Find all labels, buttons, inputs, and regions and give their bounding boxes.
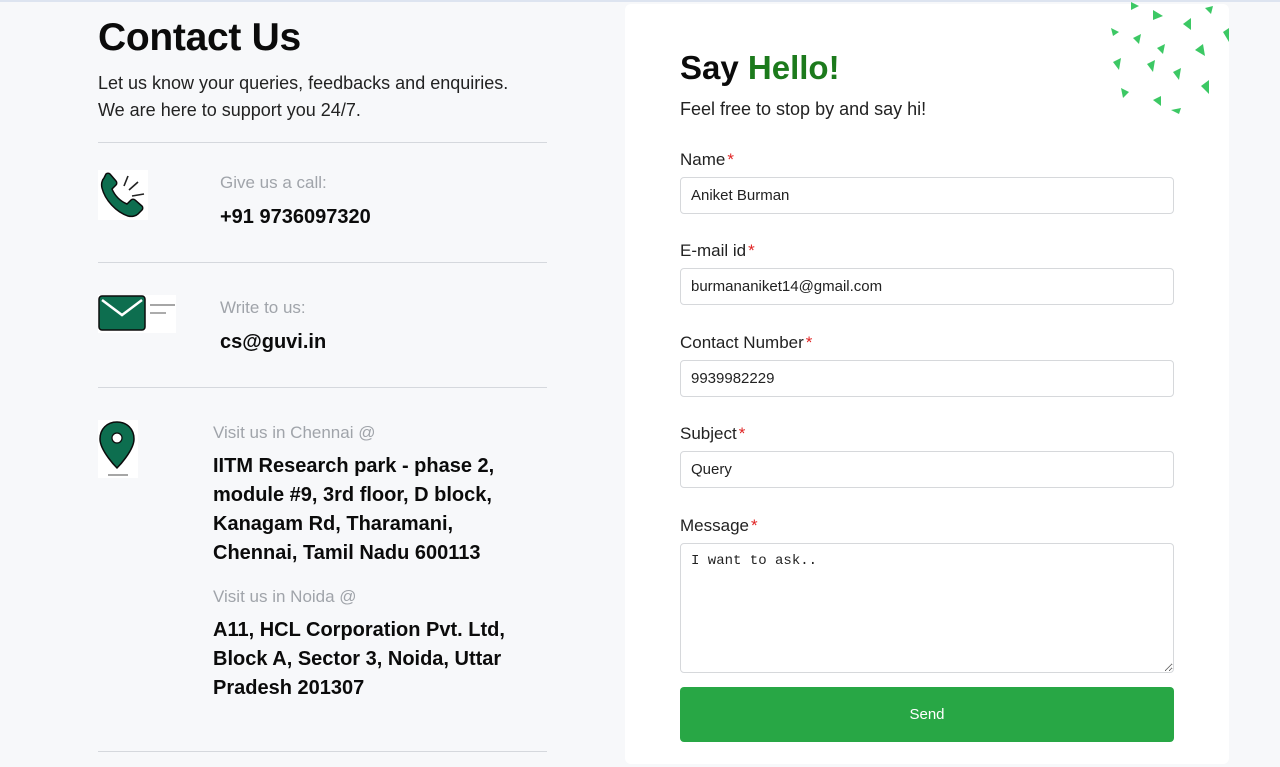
message-field: Message * I want to ask..	[680, 515, 1174, 678]
form-tagline: Feel free to stop by and say hi!	[680, 99, 927, 119]
email-address[interactable]: cs@guvi.in	[220, 328, 326, 357]
subject-label-text: Subject	[680, 424, 737, 443]
subject-label: Subject *	[680, 423, 1174, 445]
required-mark: *	[738, 424, 746, 443]
message-label-text: Message	[680, 516, 749, 535]
chennai-address: IITM Research park - phase 2, module #9,…	[213, 455, 495, 564]
contact-info-section: Contact Us Let us know your queries, fee…	[98, 14, 547, 124]
noida-label: Visit us in Noida @	[213, 587, 357, 606]
required-mark: *	[805, 333, 813, 352]
form-heading: Say Hello!	[680, 48, 1174, 88]
top-border	[0, 0, 1280, 2]
call-label: Give us a call:	[220, 173, 327, 192]
form-header: Say Hello! Feel free to stop by and say …	[680, 48, 1174, 121]
name-field: Name *	[680, 149, 1174, 214]
email-text: Write to us: cs@guvi.in	[220, 297, 326, 357]
divider	[98, 751, 547, 752]
heading-accent: Hello!	[747, 49, 840, 86]
name-input[interactable]	[680, 177, 1174, 214]
phone-icon	[98, 170, 148, 225]
message-textarea[interactable]: I want to ask..	[680, 543, 1174, 673]
phone-number[interactable]: +91 9736097320	[220, 203, 371, 232]
noida-address: A11, HCL Corporation Pvt. Ltd, Block A, …	[213, 619, 505, 699]
required-mark: *	[748, 241, 755, 260]
email-label-text: E-mail id	[680, 241, 747, 260]
location-pin-icon	[98, 420, 138, 483]
message-label: Message *	[680, 515, 1174, 537]
address-text: Visit us in Chennai @ IITM Research park…	[213, 422, 543, 703]
contact-label-text: Contact Number	[680, 333, 804, 352]
heading-prefix: Say	[680, 49, 748, 86]
send-button[interactable]: Send	[680, 687, 1174, 742]
required-mark: *	[750, 516, 758, 535]
intro-line-2: We are here to support you 24/7.	[98, 100, 361, 120]
intro-text: Let us know your queries, feedbacks and …	[98, 70, 547, 124]
divider	[98, 142, 547, 143]
contact-number-input[interactable]	[680, 360, 1174, 397]
write-label: Write to us:	[220, 298, 306, 317]
contact-form-card: Say Hello! Feel free to stop by and say …	[625, 2, 1229, 764]
envelope-icon	[98, 295, 176, 338]
email-field: E-mail id *	[680, 240, 1174, 305]
subject-field: Subject *	[680, 423, 1174, 488]
divider	[98, 262, 547, 263]
required-mark: *	[727, 150, 734, 169]
contact-number-label: Contact Number *	[680, 332, 1174, 354]
name-label: Name *	[680, 149, 1174, 171]
subject-input[interactable]	[680, 451, 1174, 488]
email-label: E-mail id *	[680, 240, 1174, 262]
name-label-text: Name	[680, 150, 726, 169]
call-text: Give us a call: +91 9736097320	[220, 172, 371, 232]
chennai-label: Visit us in Chennai @	[213, 423, 376, 442]
page-title: Contact Us	[98, 16, 301, 59]
email-input[interactable]	[680, 268, 1174, 305]
contact-number-field: Contact Number *	[680, 332, 1174, 397]
intro-line-1: Let us know your queries, feedbacks and …	[98, 73, 509, 93]
divider	[98, 387, 547, 388]
